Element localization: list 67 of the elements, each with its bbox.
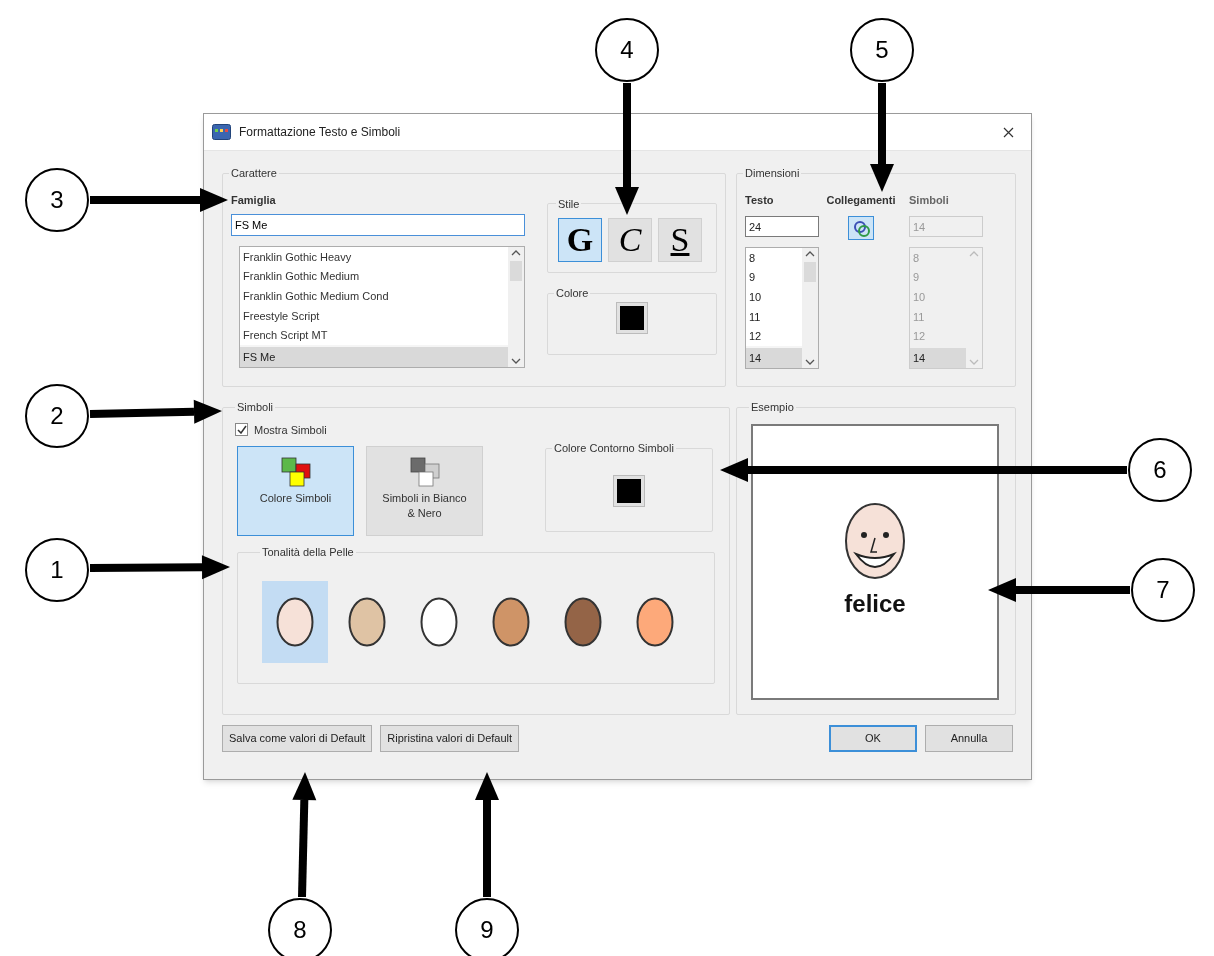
callout-number: 9 xyxy=(455,898,519,956)
list-item[interactable]: 9 xyxy=(746,267,802,288)
group-label: Simboli xyxy=(236,400,275,415)
overlapping-squares-icon xyxy=(280,457,311,487)
chevron-up-icon xyxy=(805,250,815,258)
list-item[interactable]: Freestyle Script xyxy=(240,306,508,326)
list-item[interactable]: Franklin Gothic Heavy xyxy=(240,247,508,267)
list-item[interactable]: 10 xyxy=(746,287,802,307)
scrollbar[interactable] xyxy=(966,248,982,368)
dialog-button[interactable]: Salva come valori di Default xyxy=(222,725,373,752)
list-item[interactable]: FS Me xyxy=(240,347,508,368)
chevron-down-icon xyxy=(511,357,521,365)
link-toggle-button[interactable] xyxy=(848,216,874,240)
dialog-button[interactable]: Annulla xyxy=(925,725,1013,752)
preview-word: felice xyxy=(844,588,906,619)
list-item[interactable]: 12 xyxy=(746,326,802,347)
chevron-up-icon xyxy=(511,249,521,257)
callout-number: 6 xyxy=(1128,438,1192,502)
field-label: Simboli xyxy=(909,192,950,208)
symbol-mode-button[interactable]: Simboli in Bianco & Nero xyxy=(366,446,483,536)
chevron-down-icon xyxy=(805,358,815,366)
scrollbar[interactable] xyxy=(508,247,524,367)
callout-number: 5 xyxy=(850,18,914,82)
callout-number: 2 xyxy=(25,384,89,448)
checkbox-label: Mostra Simboli xyxy=(254,422,327,438)
callout-number: 8 xyxy=(268,898,332,956)
cartoon-face-icon xyxy=(844,501,906,580)
group-label: Carattere xyxy=(230,166,278,181)
list-item[interactable]: 11 xyxy=(746,307,802,327)
list-item[interactable]: French Script MT xyxy=(240,325,508,346)
scrollbar[interactable] xyxy=(802,248,818,368)
group-label: Tonalità della Pelle xyxy=(261,545,355,560)
callout-number: 7 xyxy=(1131,558,1195,622)
style-button[interactable]: S xyxy=(658,218,702,262)
group-label: Colore Contorno Simboli xyxy=(553,441,675,456)
callout-number: 1 xyxy=(25,538,89,602)
group-label: Esempio xyxy=(750,400,795,415)
field-label: Collegamenti xyxy=(826,192,896,208)
close-icon xyxy=(1002,126,1014,138)
group-label: Dimensioni xyxy=(744,166,801,181)
style-button[interactable]: C xyxy=(608,218,652,262)
checkmark-icon xyxy=(236,425,247,435)
app-icon xyxy=(212,124,231,140)
linked-rings-icon xyxy=(852,219,870,237)
size-field[interactable]: 24 xyxy=(745,216,819,237)
list-item[interactable]: Franklin Gothic Medium xyxy=(240,266,508,287)
skin-tone-button[interactable] xyxy=(262,580,328,663)
chevron-down-icon xyxy=(969,358,979,366)
overlapping-squares-icon xyxy=(409,457,440,487)
checkbox[interactable] xyxy=(235,423,248,437)
font-name-field[interactable]: FS Me xyxy=(231,214,525,236)
window-title: Formattazione Testo e Simboli xyxy=(239,124,402,141)
chevron-up-icon xyxy=(969,250,979,258)
font-listbox[interactable]: Franklin Gothic Heavy Franklin Gothic Medium Franklin Gothic Medium Cond Freestyle Script French Script MT FS Me xyxy=(239,246,525,368)
group-label: Colore xyxy=(555,286,590,301)
list-item[interactable]: 8 xyxy=(746,248,802,268)
callout-number: 3 xyxy=(25,168,89,232)
list-item[interactable]: 14 xyxy=(746,348,802,369)
group-label: Stile xyxy=(557,196,581,212)
callout-number: 4 xyxy=(595,18,659,82)
dialog-button[interactable]: OK xyxy=(829,725,917,752)
symbol-mode-button[interactable]: Colore Simboli xyxy=(237,446,354,536)
style-button[interactable]: G xyxy=(558,218,602,262)
field-label: Famiglia xyxy=(231,192,277,208)
list-item[interactable]: Franklin Gothic Medium Cond xyxy=(240,286,508,306)
size-listbox[interactable]: 8 9 10 11 12 14 xyxy=(745,247,819,369)
dialog-button[interactable]: Ripristina valori di Default xyxy=(380,725,520,752)
